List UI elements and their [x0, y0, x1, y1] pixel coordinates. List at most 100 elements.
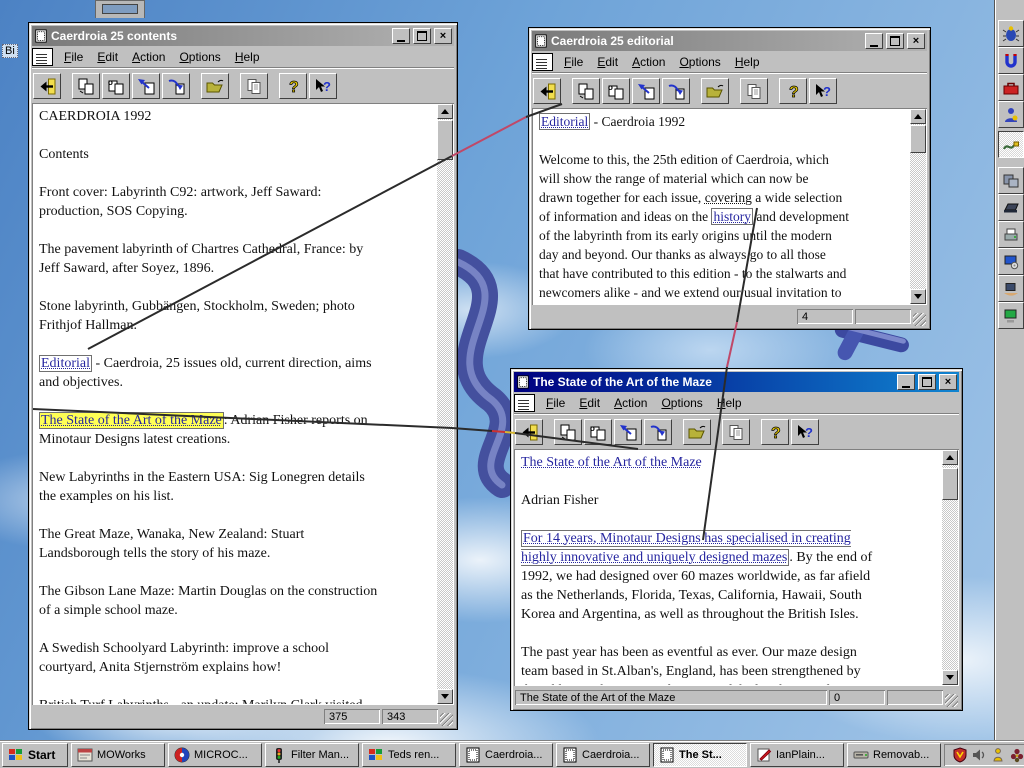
back-button[interactable] [515, 419, 543, 445]
maximize-button[interactable] [413, 28, 431, 44]
document-view[interactable]: CAERDROIA 1992 Contents Front cover: Labyr… [32, 103, 454, 705]
minimize-button[interactable] [392, 28, 410, 44]
volume-icon[interactable] [971, 747, 987, 763]
printer-button[interactable] [998, 221, 1024, 248]
back-button[interactable] [533, 78, 561, 104]
menu-file[interactable]: File [539, 395, 572, 411]
minimize-button[interactable] [865, 33, 883, 49]
copy-button[interactable] [722, 419, 750, 445]
guardian-button[interactable] [998, 101, 1024, 128]
document-view[interactable]: The State of the Art of the Maze Adrian F… [514, 449, 959, 686]
link-forward-button[interactable] [662, 78, 690, 104]
replace-page-button[interactable]: o [584, 419, 612, 445]
close-button[interactable]: × [939, 374, 957, 390]
partial-desktop-icon[interactable] [95, 0, 145, 18]
scroll-up-button[interactable] [437, 104, 453, 119]
hyperlink[interactable]: history [711, 208, 753, 225]
close-button[interactable]: × [434, 28, 452, 44]
menu-edit[interactable]: Edit [572, 395, 607, 411]
taskbar-button-ianplain[interactable]: IanPlain... [750, 743, 844, 767]
scrollbar-thumb[interactable] [437, 120, 453, 160]
open-folder-button[interactable] [701, 78, 729, 104]
taskbar-button-filterman[interactable]: Filter Man... [265, 743, 359, 767]
copy-page-button[interactable] [72, 73, 100, 99]
open-folder-button[interactable] [201, 73, 229, 99]
maximize-button[interactable] [918, 374, 936, 390]
help-button[interactable]: ? [279, 73, 307, 99]
vertical-scrollbar[interactable] [910, 109, 926, 304]
menu-help[interactable]: Help [728, 54, 767, 70]
hyperlink[interactable]: covering [705, 190, 752, 205]
taskbar-button-removab[interactable]: Removab... [847, 743, 941, 767]
titlebar-maze[interactable]: The State of the Art of the Maze × [514, 372, 959, 392]
scrollbar-thumb[interactable] [942, 468, 958, 500]
scroll-up-button[interactable] [910, 109, 926, 124]
document-list-icon[interactable] [514, 394, 535, 412]
laptop-button[interactable] [998, 194, 1024, 221]
replace-page-button[interactable]: o [602, 78, 630, 104]
toolbox-button[interactable] [998, 74, 1024, 101]
monitor-disc-button[interactable] [998, 248, 1024, 275]
maximize-button[interactable] [886, 33, 904, 49]
help-button[interactable]: ? [761, 419, 789, 445]
scheduler-icon[interactable] [990, 747, 1006, 763]
hyperlink[interactable]: Editorial [39, 355, 92, 372]
document-view[interactable]: Editorial - Caerdroia 1992 Welcome to thi… [532, 108, 927, 305]
minimize-button[interactable] [897, 374, 915, 390]
scroll-down-button[interactable] [437, 689, 453, 704]
copy-page-button[interactable] [572, 78, 600, 104]
hyperlink[interactable]: The State of the Art of the Maze [39, 412, 224, 429]
context-help-button[interactable]: ? [309, 73, 337, 99]
scroll-up-button[interactable] [942, 450, 958, 465]
floppy-disks-button[interactable] [998, 167, 1024, 194]
context-help-button[interactable]: ? [791, 419, 819, 445]
copy-page-button[interactable] [554, 419, 582, 445]
hyperlink[interactable]: Editorial [539, 113, 591, 130]
menu-options[interactable]: Options [172, 49, 227, 65]
context-help-button[interactable]: ? [809, 78, 837, 104]
hyperlink[interactable]: The State of the Art of the Maze [521, 455, 702, 470]
scrollbar-thumb[interactable] [910, 125, 926, 153]
menu-edit[interactable]: Edit [90, 49, 125, 65]
titlebar-editorial[interactable]: Caerdroia 25 editorial × [532, 31, 927, 51]
link-forward-button[interactable] [644, 419, 672, 445]
resize-grip[interactable] [440, 713, 453, 726]
taskbar-button-caerdroia[interactable]: Caerdroia... [459, 743, 553, 767]
vertical-scrollbar[interactable] [437, 104, 453, 704]
menu-edit[interactable]: Edit [590, 54, 625, 70]
menu-help[interactable]: Help [228, 49, 267, 65]
menu-action[interactable]: Action [607, 395, 654, 411]
cable-button[interactable] [998, 131, 1024, 158]
start-button[interactable]: Start [2, 743, 68, 767]
close-button[interactable]: × [907, 33, 925, 49]
menu-options[interactable]: Options [654, 395, 709, 411]
shield-icon[interactable] [952, 747, 968, 763]
menu-file[interactable]: File [57, 49, 90, 65]
scroll-down-button[interactable] [942, 670, 958, 685]
copy-button[interactable] [240, 73, 268, 99]
desktop-icon-label[interactable]: Bi [2, 44, 18, 58]
menu-action[interactable]: Action [125, 49, 172, 65]
back-button[interactable] [33, 73, 61, 99]
magnet-button[interactable] [998, 47, 1024, 74]
menu-file[interactable]: File [557, 54, 590, 70]
flower-icon[interactable] [1009, 747, 1024, 763]
menu-options[interactable]: Options [672, 54, 727, 70]
taskbar-button-thest[interactable]: The St... [653, 743, 747, 767]
document-list-icon[interactable] [32, 48, 53, 66]
help-button[interactable]: ? [779, 78, 807, 104]
resize-grip[interactable] [945, 694, 958, 707]
taskbar-button-microc[interactable]: MICROC... [168, 743, 262, 767]
taskbar-button-moworks[interactable]: MOWorks [71, 743, 165, 767]
replace-page-button[interactable]: o [102, 73, 130, 99]
hand-disk-button[interactable] [998, 275, 1024, 302]
link-forward-button[interactable] [162, 73, 190, 99]
vertical-scrollbar[interactable] [942, 450, 958, 685]
link-back-button[interactable] [632, 78, 660, 104]
menu-action[interactable]: Action [625, 54, 672, 70]
link-back-button[interactable] [614, 419, 642, 445]
taskbar-button-tedsren[interactable]: Teds ren... [362, 743, 456, 767]
open-folder-button[interactable] [683, 419, 711, 445]
green-monitor-button[interactable] [998, 302, 1024, 329]
copy-button[interactable] [740, 78, 768, 104]
